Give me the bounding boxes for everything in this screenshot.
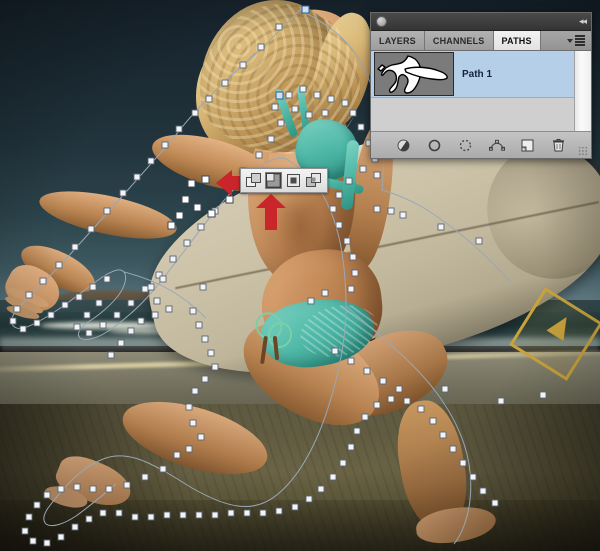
panel-path-list[interactable]: Path 1 <box>371 51 591 132</box>
path-name-label: Path 1 <box>462 68 493 80</box>
double-chevron-left-icon[interactable]: ◂◂ <box>579 16 587 27</box>
panel-title-bar[interactable]: ◂◂ <box>371 13 591 31</box>
filled-circle-icon[interactable] <box>396 137 412 153</box>
hollow-circle-icon[interactable] <box>427 137 443 153</box>
new-page-icon[interactable] <box>520 137 536 153</box>
photoshop-canvas: ◂◂ LAYERS CHANNELS PATHS Path 1 <box>0 0 600 551</box>
tab-channels[interactable]: CHANNELS <box>424 31 494 50</box>
path-area-operations-toolbar[interactable] <box>240 168 328 193</box>
red-up-arrow-annotation <box>256 194 286 230</box>
tab-strip-spacer <box>540 31 561 50</box>
subtract-from-shape-area-button[interactable] <box>265 172 282 189</box>
tab-layers[interactable]: LAYERS <box>371 31 425 50</box>
paths-panel[interactable]: ◂◂ LAYERS CHANNELS PATHS Path 1 <box>370 12 592 159</box>
path-thumbnail[interactable] <box>374 52 454 96</box>
panel-menu-icon[interactable] <box>561 31 591 50</box>
panel-footer-toolbar[interactable] <box>371 132 591 158</box>
trash-icon[interactable] <box>551 137 567 153</box>
intersect-shape-areas-button[interactable] <box>285 172 302 189</box>
resize-grip-icon[interactable] <box>578 146 588 156</box>
path-row[interactable]: Path 1 <box>371 51 575 98</box>
dashed-circle-icon[interactable] <box>458 137 474 153</box>
sand-foreground-shadow <box>0 500 600 551</box>
vertical-scrollbar[interactable] <box>574 51 591 131</box>
panel-handle-dot-icon <box>376 16 387 27</box>
tab-paths[interactable]: PATHS <box>493 31 541 50</box>
path-nodes-arc-icon[interactable] <box>488 137 505 153</box>
add-to-shape-area-button[interactable] <box>245 172 262 189</box>
panel-tab-strip[interactable]: LAYERS CHANNELS PATHS <box>371 31 591 51</box>
exclude-overlapping-shape-areas-button[interactable] <box>305 172 322 189</box>
